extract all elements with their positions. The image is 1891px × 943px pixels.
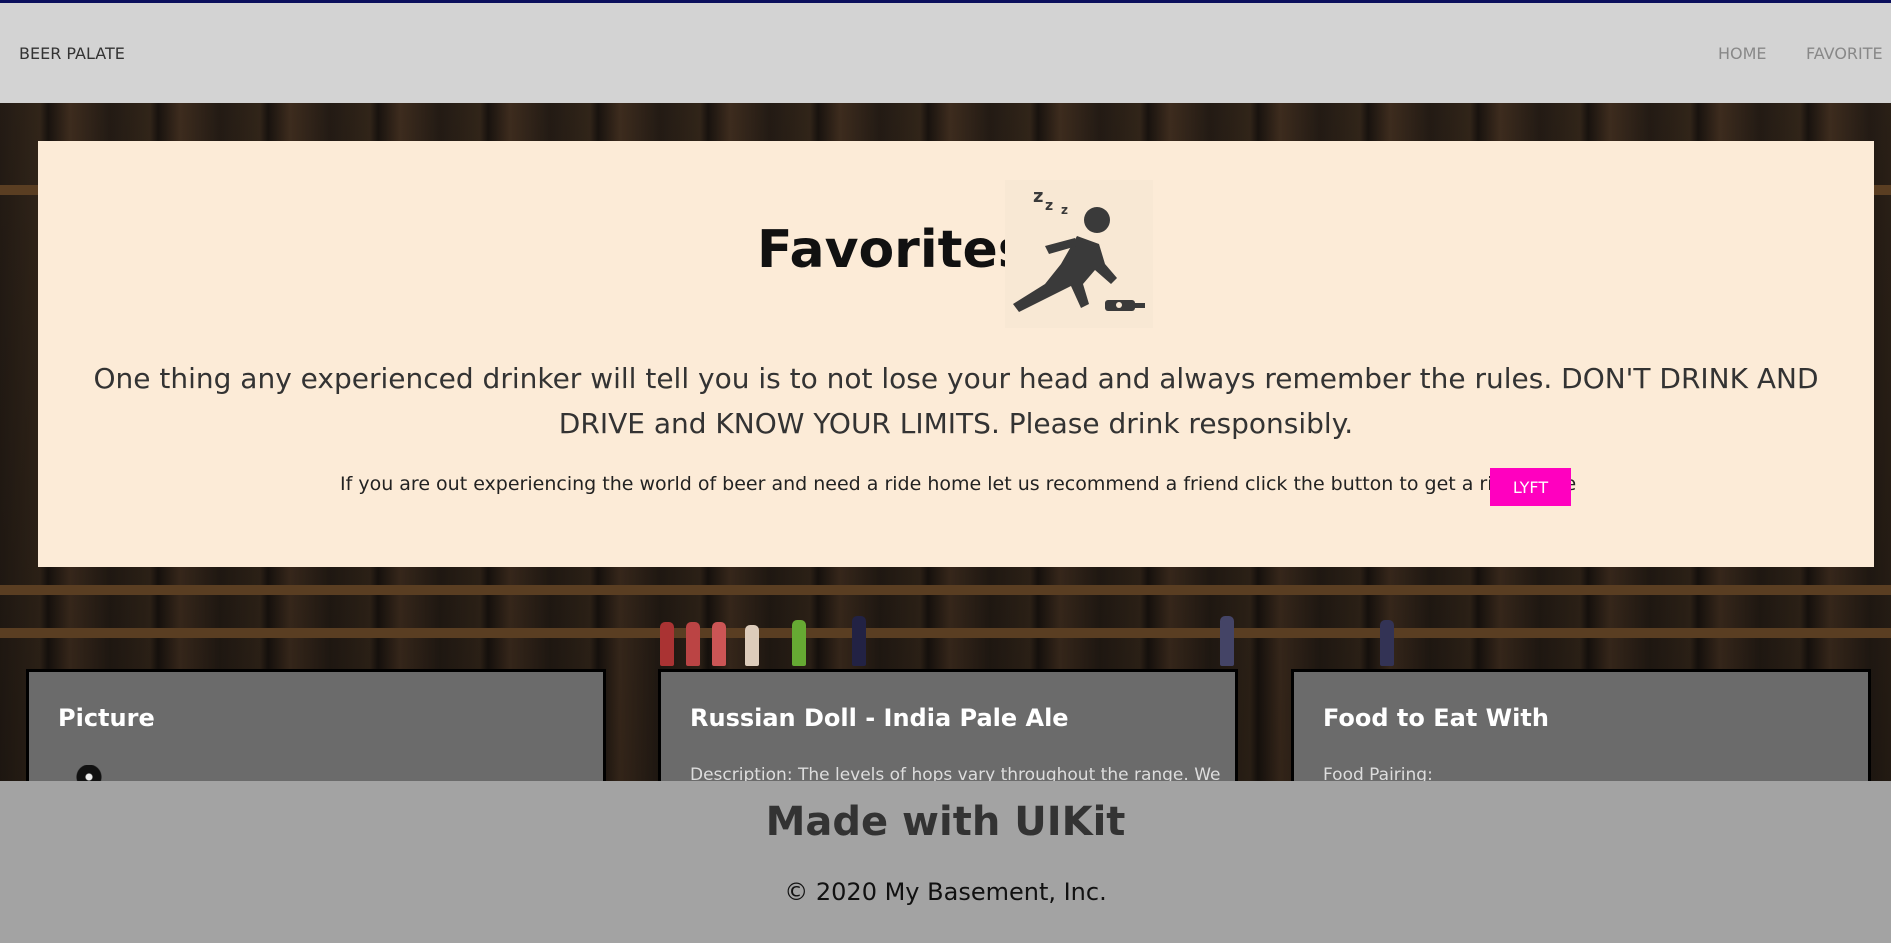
svg-text:z: z: [1045, 198, 1053, 214]
svg-text:z: z: [1033, 186, 1043, 207]
footer-copyright: © 2020 My Basement, Inc.: [784, 878, 1107, 906]
nav-link-home[interactable]: HOME: [1718, 44, 1767, 63]
brand-link[interactable]: BEER PALATE: [19, 44, 125, 63]
ride-home-text: If you are out experiencing the world of…: [340, 473, 1577, 495]
beer-description-card: Russian Doll - India Pale Ale Descriptio…: [658, 669, 1238, 789]
footer-title: Made with UIKit: [765, 799, 1126, 845]
nav-link-favorite[interactable]: FAVORITE: [1806, 44, 1883, 63]
lyft-button[interactable]: LYFT: [1490, 468, 1571, 506]
picture-card: Picture: [26, 669, 606, 789]
card-title-picture: Picture: [58, 704, 155, 732]
svg-text:z: z: [1061, 203, 1068, 217]
card-title-beer-name: Russian Doll - India Pale Ale: [690, 704, 1069, 732]
food-pairing-card: Food to Eat With Food Pairing:: [1291, 669, 1871, 789]
responsible-drinking-message: One thing any experienced drinker will t…: [93, 362, 1819, 440]
drunk-person-icon: z z z: [1005, 180, 1153, 328]
card-title-food: Food to Eat With: [1323, 704, 1549, 732]
navbar: BEER PALATE HOME FAVORITE: [0, 3, 1891, 103]
favorites-hero-panel: [38, 141, 1874, 567]
page-title: Favorites: [757, 220, 1029, 280]
